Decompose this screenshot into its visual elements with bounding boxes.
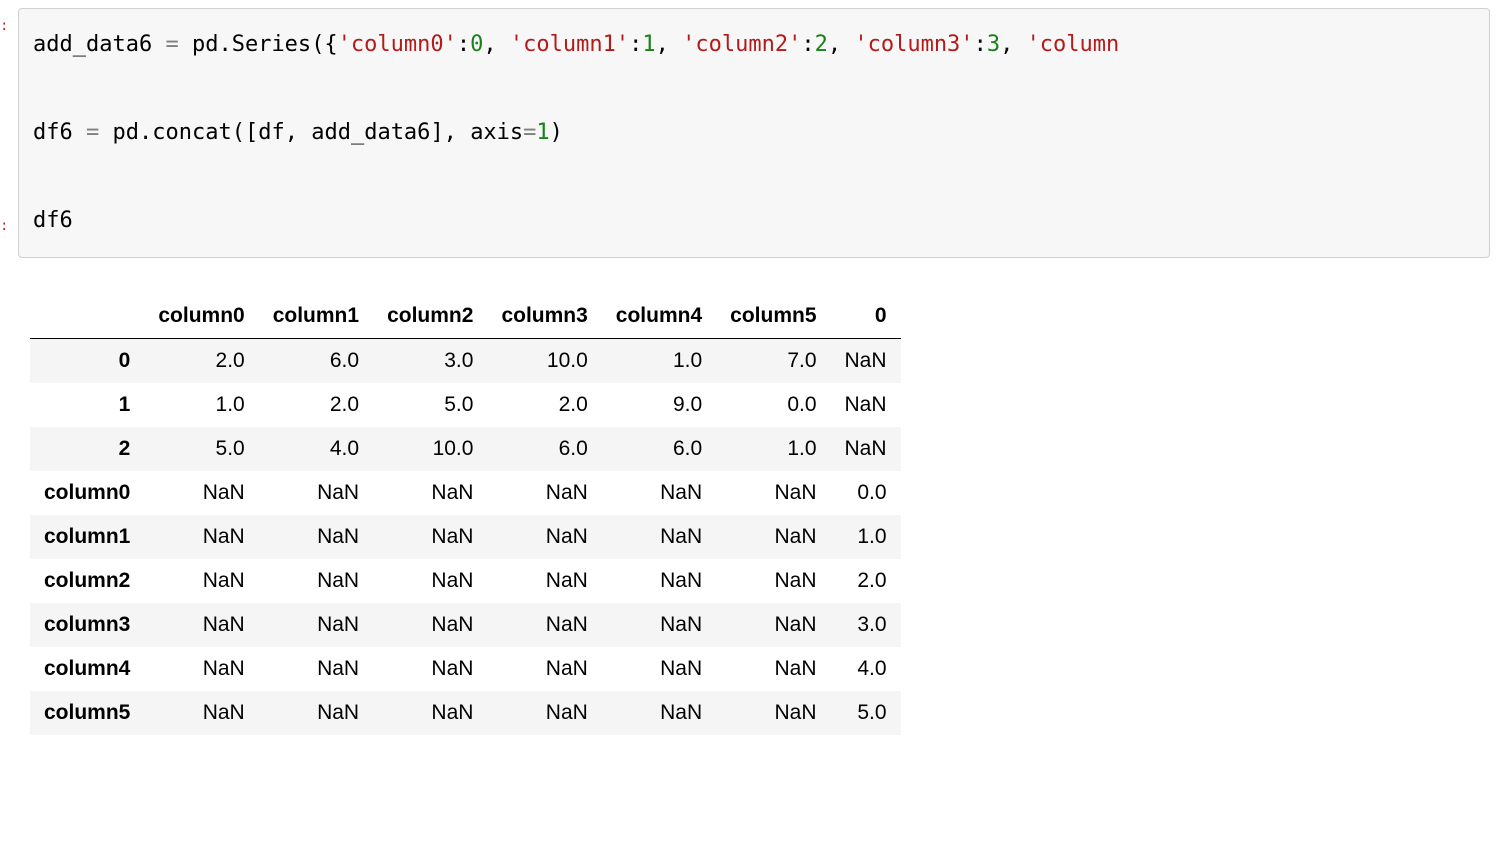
cell: 1.0: [602, 339, 716, 384]
table-row: column5NaNNaNNaNNaNNaNNaN5.0: [30, 691, 901, 735]
cell: 5.0: [831, 691, 901, 735]
cell: NaN: [373, 603, 487, 647]
column-header: column0: [144, 294, 258, 339]
row-index: 0: [30, 339, 144, 384]
cell: NaN: [831, 427, 901, 471]
cell: NaN: [716, 647, 830, 691]
cell: NaN: [602, 559, 716, 603]
cell: NaN: [259, 471, 373, 515]
cell: NaN: [602, 691, 716, 735]
cell: NaN: [716, 471, 830, 515]
row-index: column3: [30, 603, 144, 647]
cell: 4.0: [259, 427, 373, 471]
cell: 2.0: [144, 339, 258, 384]
column-header: column1: [259, 294, 373, 339]
cell: NaN: [716, 515, 830, 559]
cell: NaN: [144, 515, 258, 559]
cell: NaN: [373, 691, 487, 735]
cell: 6.0: [487, 427, 601, 471]
cell: 2.0: [831, 559, 901, 603]
cell: 3.0: [831, 603, 901, 647]
table-header-row: column0column1column2column3column4colum…: [30, 294, 901, 339]
cell: NaN: [716, 603, 830, 647]
row-index: column4: [30, 647, 144, 691]
row-index: column2: [30, 559, 144, 603]
cell: NaN: [144, 559, 258, 603]
cell: NaN: [373, 471, 487, 515]
cell: NaN: [144, 471, 258, 515]
cell: NaN: [144, 647, 258, 691]
cell: NaN: [259, 515, 373, 559]
cell: NaN: [487, 515, 601, 559]
cell: NaN: [602, 471, 716, 515]
cell: NaN: [373, 559, 487, 603]
table-row: column0NaNNaNNaNNaNNaNNaN0.0: [30, 471, 901, 515]
table-corner: [30, 294, 144, 339]
cell: NaN: [602, 647, 716, 691]
column-header: column5: [716, 294, 830, 339]
cell: NaN: [831, 383, 901, 427]
cell: NaN: [259, 603, 373, 647]
table-row: column3NaNNaNNaNNaNNaNNaN3.0: [30, 603, 901, 647]
cell: NaN: [259, 559, 373, 603]
cell: 0.0: [716, 383, 830, 427]
code-input-cell[interactable]: add_data6 = pd.Series({'column0':0, 'col…: [18, 8, 1490, 258]
cell: 7.0: [716, 339, 830, 384]
cell: 3.0: [373, 339, 487, 384]
cell: NaN: [716, 559, 830, 603]
input-prompt-stub: :: [0, 18, 8, 34]
cell: 1.0: [716, 427, 830, 471]
cell: NaN: [487, 471, 601, 515]
table-row: column4NaNNaNNaNNaNNaNNaN4.0: [30, 647, 901, 691]
table-row: column1NaNNaNNaNNaNNaNNaN1.0: [30, 515, 901, 559]
row-index: 1: [30, 383, 144, 427]
cell: NaN: [831, 339, 901, 384]
row-index: 2: [30, 427, 144, 471]
cell: NaN: [487, 603, 601, 647]
row-index: column0: [30, 471, 144, 515]
cell: 0.0: [831, 471, 901, 515]
column-header: column2: [373, 294, 487, 339]
cell: NaN: [487, 647, 601, 691]
cell: 1.0: [831, 515, 901, 559]
cell: NaN: [602, 603, 716, 647]
cell: NaN: [487, 691, 601, 735]
cell: NaN: [259, 691, 373, 735]
column-header: column4: [602, 294, 716, 339]
table-row: column2NaNNaNNaNNaNNaNNaN2.0: [30, 559, 901, 603]
cell: 2.0: [487, 383, 601, 427]
output-prompt-stub: :: [0, 218, 8, 234]
dataframe-table: column0column1column2column3column4colum…: [30, 294, 901, 735]
cell: 2.0: [259, 383, 373, 427]
row-index: column1: [30, 515, 144, 559]
table-row: 25.04.010.06.06.01.0NaN: [30, 427, 901, 471]
cell: 6.0: [602, 427, 716, 471]
cell: 9.0: [602, 383, 716, 427]
table-row: 02.06.03.010.01.07.0NaN: [30, 339, 901, 384]
cell: NaN: [602, 515, 716, 559]
column-header: column3: [487, 294, 601, 339]
cell: 4.0: [831, 647, 901, 691]
cell: NaN: [373, 515, 487, 559]
cell: NaN: [716, 691, 830, 735]
cell: 6.0: [259, 339, 373, 384]
row-index: column5: [30, 691, 144, 735]
code-content: add_data6 = pd.Series({'column0':0, 'col…: [33, 23, 1475, 243]
cell: NaN: [373, 647, 487, 691]
cell: 10.0: [487, 339, 601, 384]
cell: 5.0: [144, 427, 258, 471]
cell: NaN: [487, 559, 601, 603]
cell: NaN: [259, 647, 373, 691]
cell: NaN: [144, 603, 258, 647]
cell: 1.0: [144, 383, 258, 427]
output-area: column0column1column2column3column4colum…: [30, 294, 1500, 735]
cell: 10.0: [373, 427, 487, 471]
cell: NaN: [144, 691, 258, 735]
column-header: 0: [831, 294, 901, 339]
cell: 5.0: [373, 383, 487, 427]
table-row: 11.02.05.02.09.00.0NaN: [30, 383, 901, 427]
